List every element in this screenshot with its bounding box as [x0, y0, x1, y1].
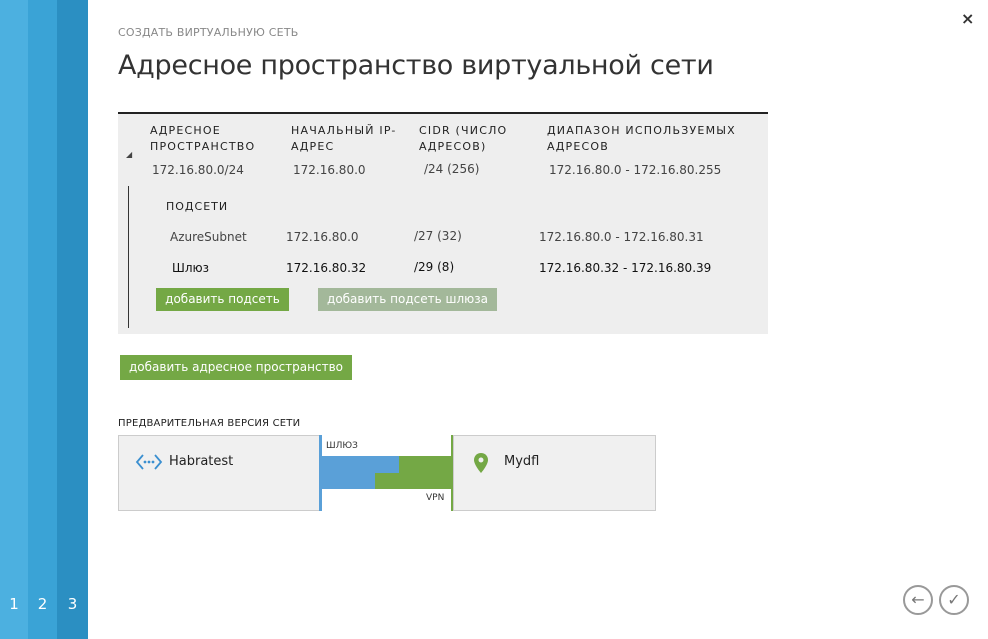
header-cidr-line1: CIDR (ЧИСЛО	[419, 124, 508, 137]
gateway-subnet-start-ip[interactable]: 172.16.80.32	[286, 261, 366, 275]
virtual-network-icon	[135, 454, 163, 470]
address-space-start-ip[interactable]: 172.16.80.0	[293, 163, 366, 177]
header-address-space-line2: ПРОСТРАНСТВО	[150, 140, 256, 153]
arrow-left-icon: ←	[911, 590, 925, 609]
address-space-value[interactable]: 172.16.80.0/24	[152, 163, 244, 177]
subnets-label: ПОДСЕТИ	[166, 200, 229, 213]
network-preview-label: ПРЕДВАРИТЕЛЬНАЯ ВЕРСИЯ СЕТИ	[118, 418, 301, 429]
close-icon[interactable]: ×	[961, 10, 974, 28]
header-start-ip: НАЧАЛЬНЫЙ IP- АДРЕС	[291, 123, 397, 155]
header-address-space: АДРЕСНОЕ ПРОСТРАНСТВО	[150, 123, 255, 155]
network-preview: Habratest ШЛЮЗ VPN Mydfl	[118, 435, 656, 511]
gateway-subnet-name: Шлюз	[172, 261, 209, 275]
header-address-space-line1: АДРЕСНОЕ	[150, 124, 221, 137]
wizard-steps: 1 2 3	[0, 0, 88, 639]
step-2-number: 2	[37, 595, 48, 613]
page-title: Адресное пространство виртуальной сети	[118, 50, 714, 81]
local-network-box: Mydfl	[453, 435, 656, 511]
address-space-range: 172.16.80.0 - 172.16.80.255	[549, 163, 722, 177]
add-subnet-button[interactable]: добавить подсеть	[156, 288, 289, 311]
step-2[interactable]: 2	[28, 0, 57, 639]
subnet-cidr[interactable]: /27 (32)	[414, 229, 462, 243]
vpn-label: VPN	[426, 493, 445, 503]
wizard-caption: СОЗДАТЬ ВИРТУАЛЬНУЮ СЕТЬ	[118, 26, 299, 39]
header-range-line1: ДИАПАЗОН ИСПОЛЬЗУЕМЫХ	[547, 124, 736, 137]
subnet-start-ip[interactable]: 172.16.80.0	[286, 230, 359, 244]
add-address-space-button[interactable]: добавить адресное пространство	[120, 355, 352, 380]
step-1[interactable]: 1	[0, 0, 28, 639]
add-gateway-subnet-button[interactable]: добавить подсеть шлюза	[318, 288, 497, 311]
gateway-subnet-cidr[interactable]: /29 (8)	[414, 260, 454, 274]
virtual-network-box: Habratest	[118, 435, 320, 511]
virtual-network-name: Habratest	[169, 454, 234, 469]
collapse-triangle-icon[interactable]: ◢	[126, 150, 132, 159]
header-start-ip-line2: АДРЕС	[291, 140, 335, 153]
address-space-panel: АДРЕСНОЕ ПРОСТРАНСТВО НАЧАЛЬНЫЙ IP- АДРЕ…	[118, 112, 768, 334]
subnet-range: 172.16.80.0 - 172.16.80.31	[539, 230, 704, 244]
header-range-line2: АДРЕСОВ	[547, 140, 609, 153]
subnet-tree-line	[128, 186, 129, 328]
step-3[interactable]: 3	[57, 0, 88, 639]
header-cidr: CIDR (ЧИСЛО АДРЕСОВ)	[419, 123, 507, 155]
gateway-label: ШЛЮЗ	[326, 441, 358, 451]
header-range: ДИАПАЗОН ИСПОЛЬЗУЕМЫХ АДРЕСОВ	[547, 123, 736, 155]
checkmark-icon: ✓	[947, 590, 961, 609]
finish-button[interactable]: ✓	[939, 585, 969, 615]
back-button[interactable]: ←	[903, 585, 933, 615]
step-3-number: 3	[67, 595, 78, 613]
step-1-number: 1	[9, 595, 19, 613]
location-pin-icon	[474, 453, 488, 473]
address-space-cidr[interactable]: /24 (256)	[424, 162, 479, 176]
local-network-name: Mydfl	[504, 454, 540, 469]
header-cidr-line2: АДРЕСОВ)	[419, 140, 487, 153]
header-start-ip-line1: НАЧАЛЬНЫЙ IP-	[291, 124, 397, 137]
gateway-subnet-range: 172.16.80.32 - 172.16.80.39	[539, 261, 712, 275]
subnet-name[interactable]: AzureSubnet	[170, 230, 247, 244]
